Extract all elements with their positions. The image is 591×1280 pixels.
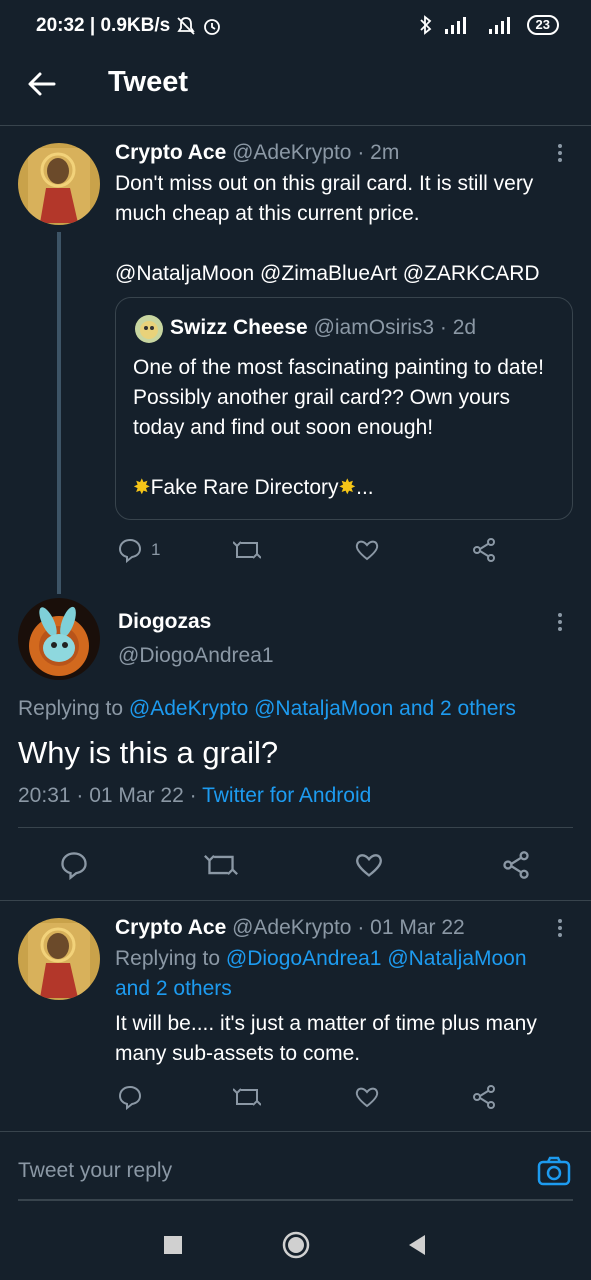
system-nav-bar <box>0 1212 591 1280</box>
replying-handles[interactable]: @AdeKrypto @NataljaMoon and 2 others <box>129 697 516 720</box>
tweet-mentions[interactable]: @NataljaMoon @ZimaBlueArt @ZARKCARD <box>115 259 540 289</box>
home-button[interactable] <box>281 1230 311 1260</box>
bluetooth-icon <box>419 15 431 35</box>
reply-button[interactable]: 1 <box>117 537 160 563</box>
author-handle[interactable]: @AdeKrypto <box>232 916 351 939</box>
like-button[interactable] <box>354 537 380 563</box>
quote-text: One of the most fascinating painting to … <box>133 356 544 439</box>
replying-label: Replying to <box>18 697 124 720</box>
quote-author-name: Swizz Cheese <box>170 316 308 339</box>
status-time-speed: 20:32 | 0.9KB/s <box>36 15 171 36</box>
quote-footer-text: Fake Rare Directory <box>150 476 339 499</box>
app-bar: Tweet <box>0 52 591 126</box>
author-name[interactable]: Diogozas <box>118 610 211 634</box>
signal-icon <box>444 17 466 34</box>
author-name[interactable]: Crypto Ace <box>115 141 226 164</box>
more-options-icon[interactable] <box>556 917 564 941</box>
like-button[interactable] <box>354 850 384 880</box>
author-handle[interactable]: @DiogoAndrea1 <box>118 644 274 668</box>
replying-handles[interactable]: @DiogoAndrea1 @NataljaMoon <box>226 947 527 970</box>
status-right: 23 <box>419 14 559 36</box>
retweet-icon <box>204 854 238 876</box>
share-icon <box>503 851 529 879</box>
quote-footer: ✸ Fake Rare Directory ✸ ... <box>133 473 374 503</box>
more-options-icon[interactable] <box>556 611 564 635</box>
camera-icon[interactable] <box>537 1155 571 1187</box>
quote-avatar-image <box>135 315 163 343</box>
heart-icon <box>356 854 382 877</box>
star-icon: ✸ <box>338 476 357 499</box>
more-options-icon[interactable] <box>556 142 564 166</box>
author-handle[interactable]: @AdeKrypto <box>232 141 351 164</box>
share-icon <box>473 1085 495 1109</box>
author-name[interactable]: Crypto Ace <box>115 916 226 939</box>
quote-time: · 2d <box>439 316 477 339</box>
avatar-image <box>18 143 100 225</box>
reply-composer: Tweet your reply <box>0 1132 591 1212</box>
share-button[interactable] <box>471 537 497 563</box>
tweet-header: Crypto Ace @AdeKrypto · 2m <box>115 141 399 165</box>
reply-icon <box>118 538 142 563</box>
tweet-text: Don't miss out on this grail card. It is… <box>115 172 534 225</box>
divider <box>18 827 573 828</box>
avatar-image <box>18 598 100 680</box>
signal-icon-2 <box>488 17 510 34</box>
retweet-icon <box>233 541 261 559</box>
heart-icon <box>355 1087 379 1108</box>
back-button[interactable] <box>407 1233 427 1257</box>
status-bar: 20:32 | 0.9KB/s 23 <box>0 0 591 52</box>
back-arrow-icon[interactable] <box>26 68 58 100</box>
retweet-button[interactable] <box>233 1084 261 1110</box>
retweet-button[interactable] <box>233 537 261 563</box>
star-icon: ✸ <box>133 476 151 499</box>
retweet-button[interactable] <box>204 850 238 880</box>
reply-input[interactable]: Tweet your reply <box>18 1159 172 1183</box>
avatar-image <box>18 918 100 1000</box>
replying-to: Replying to @AdeKrypto @NataljaMoon and … <box>18 697 516 721</box>
reply-icon <box>118 1085 142 1110</box>
share-button[interactable] <box>471 1084 497 1110</box>
tweet-time: · 01 Mar 22 <box>357 916 465 939</box>
share-icon <box>473 538 495 562</box>
quote-author-handle: @iamOsiris3 <box>313 316 435 339</box>
tweet-text: It will be.... it's just a matter of tim… <box>115 1012 537 1065</box>
reply-button[interactable] <box>59 850 89 880</box>
alarm-icon <box>204 19 221 35</box>
reply-button[interactable] <box>117 1084 143 1110</box>
quoted-tweet[interactable]: Swizz Cheese @iamOsiris3 · 2d One of the… <box>115 297 573 520</box>
main-tweet-text: Why is this a grail? <box>18 735 279 770</box>
timestamp-text: 20:31 · 01 Mar 22 · <box>18 784 197 807</box>
replying-others[interactable]: and 2 others <box>115 977 232 1001</box>
replying-to: Replying to @DiogoAndrea1 @NataljaMoon <box>115 947 527 971</box>
input-underline <box>18 1199 573 1201</box>
quote-ellipsis: ... <box>356 476 374 499</box>
avatar[interactable] <box>18 918 100 1000</box>
page-title: Tweet <box>108 66 189 98</box>
tweet-timestamp: 20:31 · 01 Mar 22 · Twitter for Android <box>18 784 371 808</box>
avatar[interactable] <box>18 598 100 680</box>
tweet-header: Crypto Ace @AdeKrypto · 01 Mar 22 <box>115 916 465 940</box>
mute-bell-icon <box>177 17 195 35</box>
reply-icon <box>61 852 87 880</box>
replying-label: Replying to <box>115 947 221 970</box>
recents-button[interactable] <box>164 1236 182 1254</box>
battery-indicator: 23 <box>526 15 559 35</box>
divider <box>0 900 591 901</box>
share-button[interactable] <box>501 850 531 880</box>
tweet-source[interactable]: Twitter for Android <box>202 784 371 807</box>
avatar[interactable] <box>18 143 100 225</box>
retweet-icon <box>233 1088 261 1106</box>
heart-icon <box>355 540 379 561</box>
quote-avatar <box>135 315 163 343</box>
tweet-time: · 2m <box>357 141 400 164</box>
thread-line <box>57 232 61 594</box>
quote-header: Swizz Cheese @iamOsiris3 · 2d <box>170 316 476 340</box>
like-button[interactable] <box>354 1084 380 1110</box>
status-left: 20:32 | 0.9KB/s <box>36 15 222 37</box>
reply-count: 1 <box>151 540 161 559</box>
